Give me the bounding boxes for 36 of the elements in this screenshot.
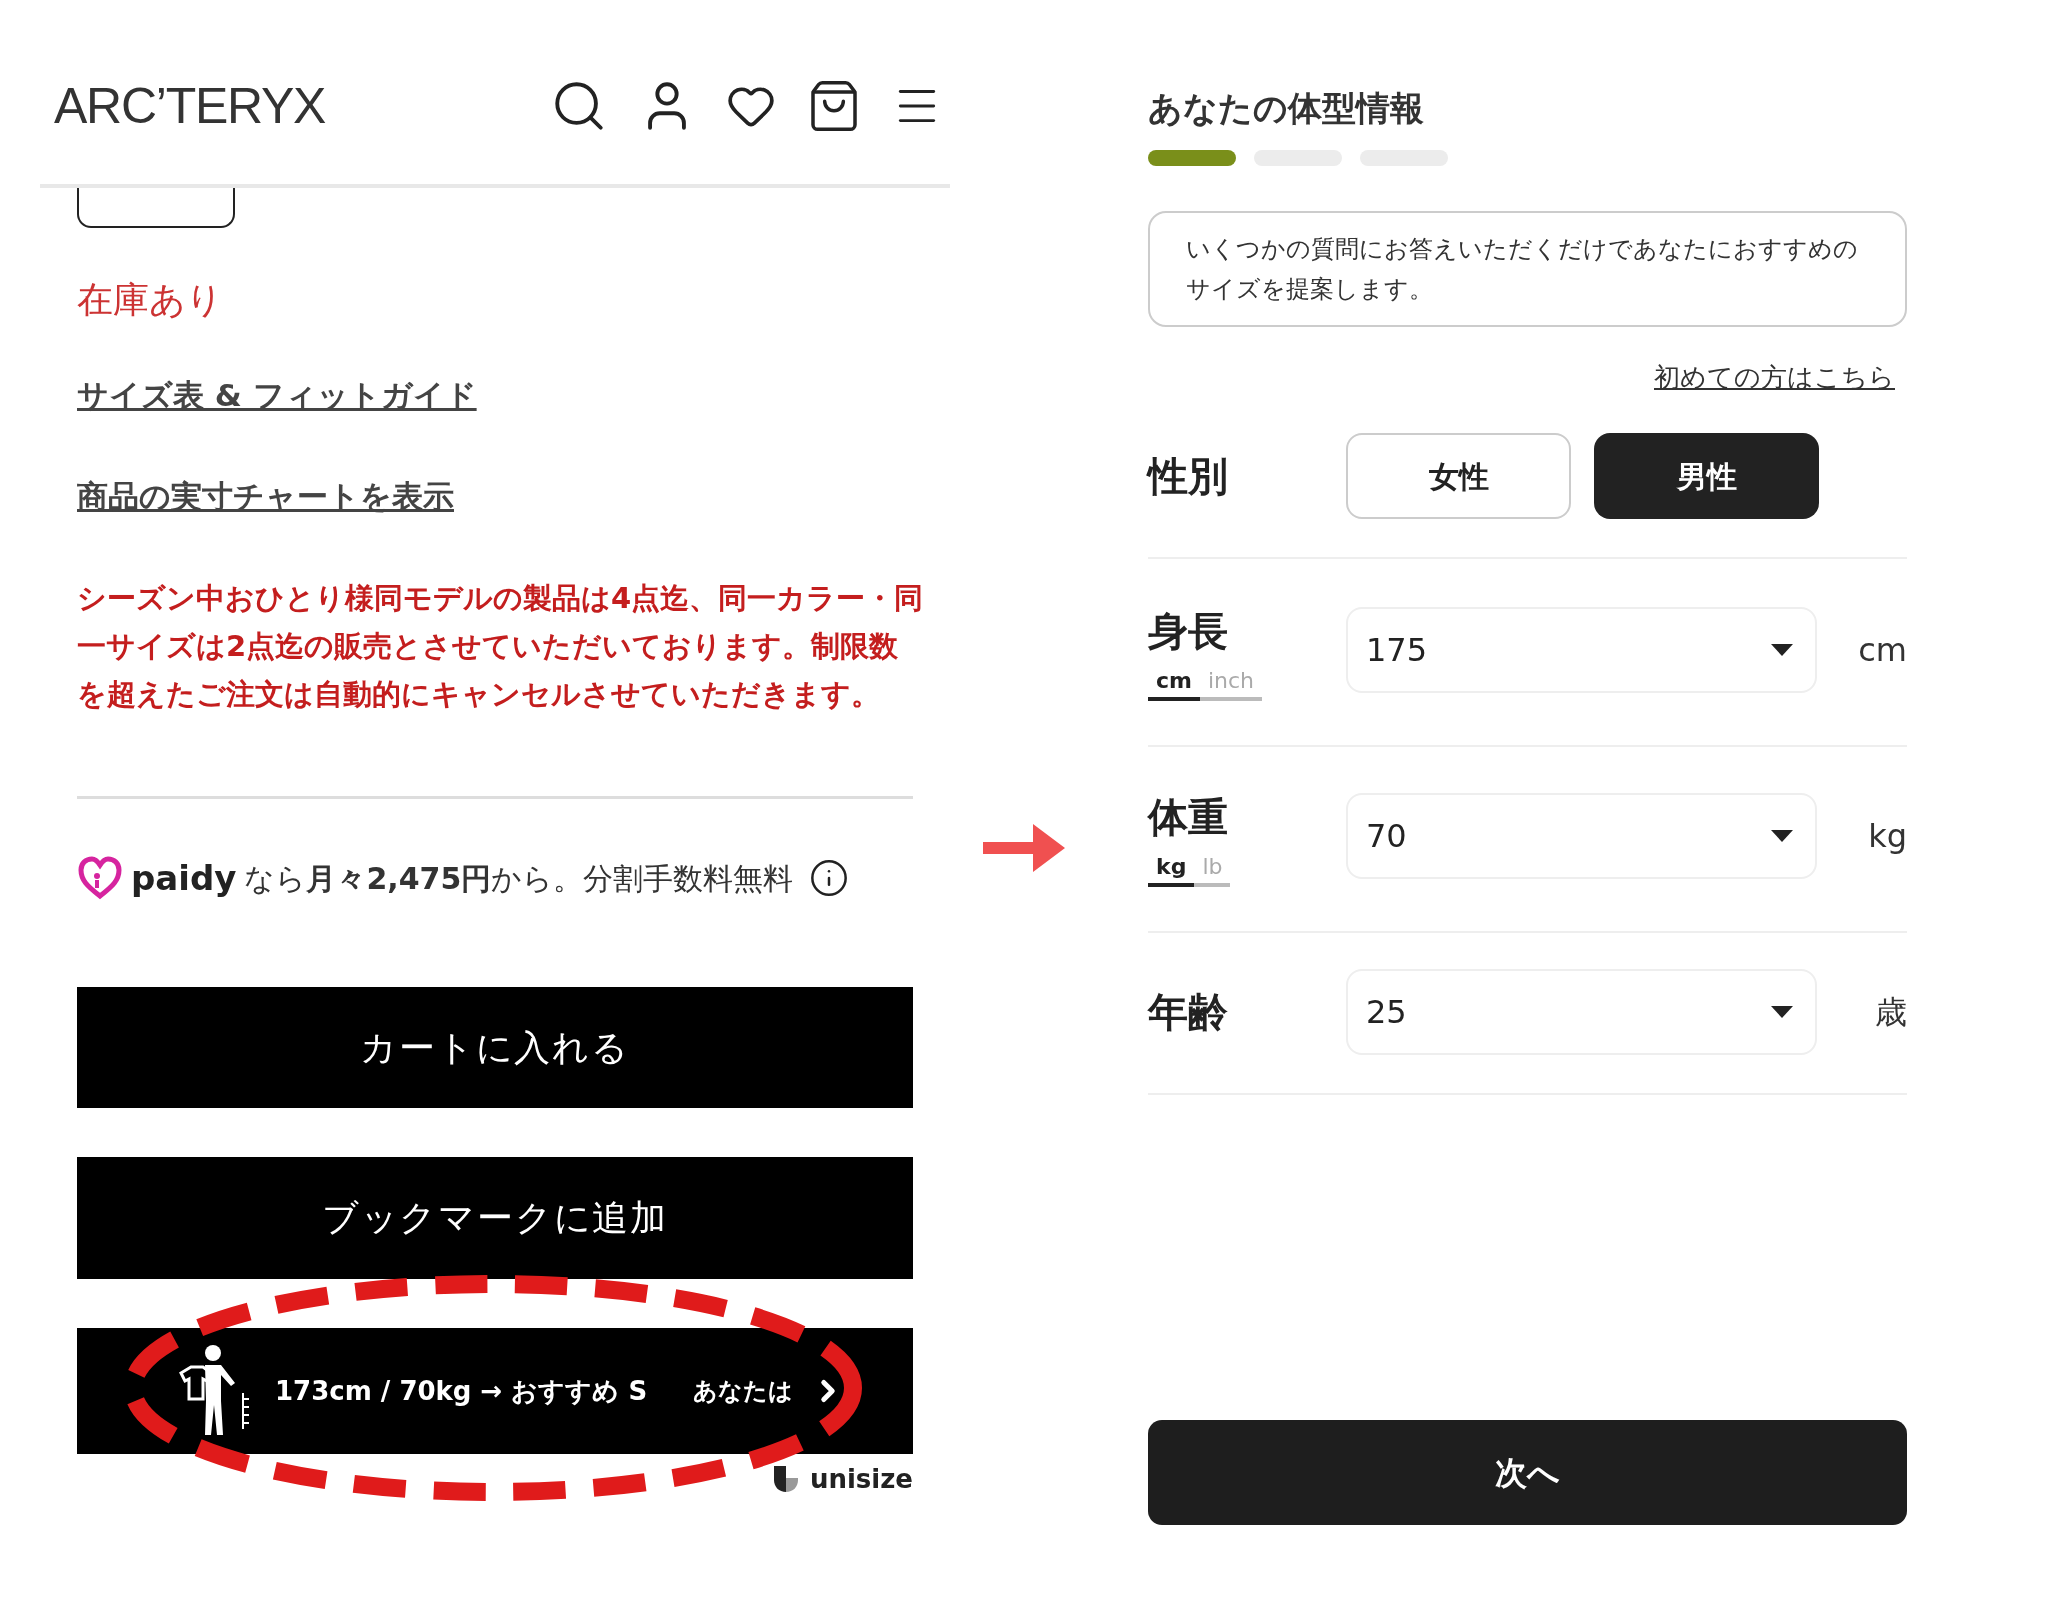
caret-down-icon: [1771, 830, 1793, 842]
unit-label: kg: [1867, 816, 1907, 857]
dropdown-field[interactable]: 70: [1346, 793, 1817, 879]
unisize-brand: unisize: [809, 1462, 913, 1496]
gender-option[interactable]: 男性: [1594, 433, 1819, 519]
first-time-link[interactable]: 初めての方はこちら: [1654, 362, 1895, 392]
option-button[interactable]: [77, 188, 235, 228]
unit-toggle[interactable]: kg: [1148, 853, 1195, 887]
size-recommendation-button[interactable]: 173cm / 70kg → おすすめ S あなたは: [77, 1328, 913, 1454]
purchase-limit-notice: シーズン中おひとり様同モデルの製品は4点迄、同一カラー・同一サイズは2点迄の販売とさせていただいております。制限数を超えたご注文は自動的にキャンセルさせていただきます。: [77, 580, 925, 713]
unit-label: 歳: [1874, 992, 1907, 1033]
next-button[interactable]: 次へ: [1148, 1420, 1907, 1525]
dropdown-field[interactable]: 25: [1346, 969, 1817, 1055]
form-title: あなたの体型情報: [1148, 87, 1424, 128]
installment-text: なら月々2,475円から。分割手数料無料: [244, 859, 794, 898]
intro-text: いくつかの質問にお答えいただくだけであなたにおすすめのサイズを提案します。: [1186, 234, 1859, 305]
unisize-logo-icon: [771, 1464, 800, 1494]
brand-logo[interactable]: ARC’TERYX: [54, 68, 326, 144]
bookmark-button[interactable]: ブックマークに追加: [77, 1157, 913, 1279]
gender-label: 性別: [1148, 452, 1229, 501]
info-icon[interactable]: [809, 858, 850, 898]
field-label: 身長: [1148, 607, 1228, 655]
dropdown-field[interactable]: 175: [1346, 607, 1817, 693]
caret-down-icon: [1771, 1006, 1793, 1018]
link[interactable]: 商品の実寸チャートを表示: [77, 476, 454, 516]
paidy-brand: paidy: [131, 856, 237, 900]
gender-option[interactable]: 女性: [1346, 433, 1571, 519]
unit-label: cm: [1857, 630, 1907, 671]
paidy-logo-icon: [77, 856, 123, 900]
stock-status: 在庫あり: [77, 278, 223, 322]
caret-down-icon: [1771, 644, 1793, 656]
field-label: 年齢: [1148, 988, 1228, 1036]
field-label: 体重: [1148, 793, 1228, 841]
link[interactable]: サイズ表 & フィットガイド: [77, 375, 477, 415]
unit-toggle[interactable]: cm: [1148, 667, 1200, 701]
add-to-cart-button[interactable]: カートに入れる: [77, 987, 913, 1108]
